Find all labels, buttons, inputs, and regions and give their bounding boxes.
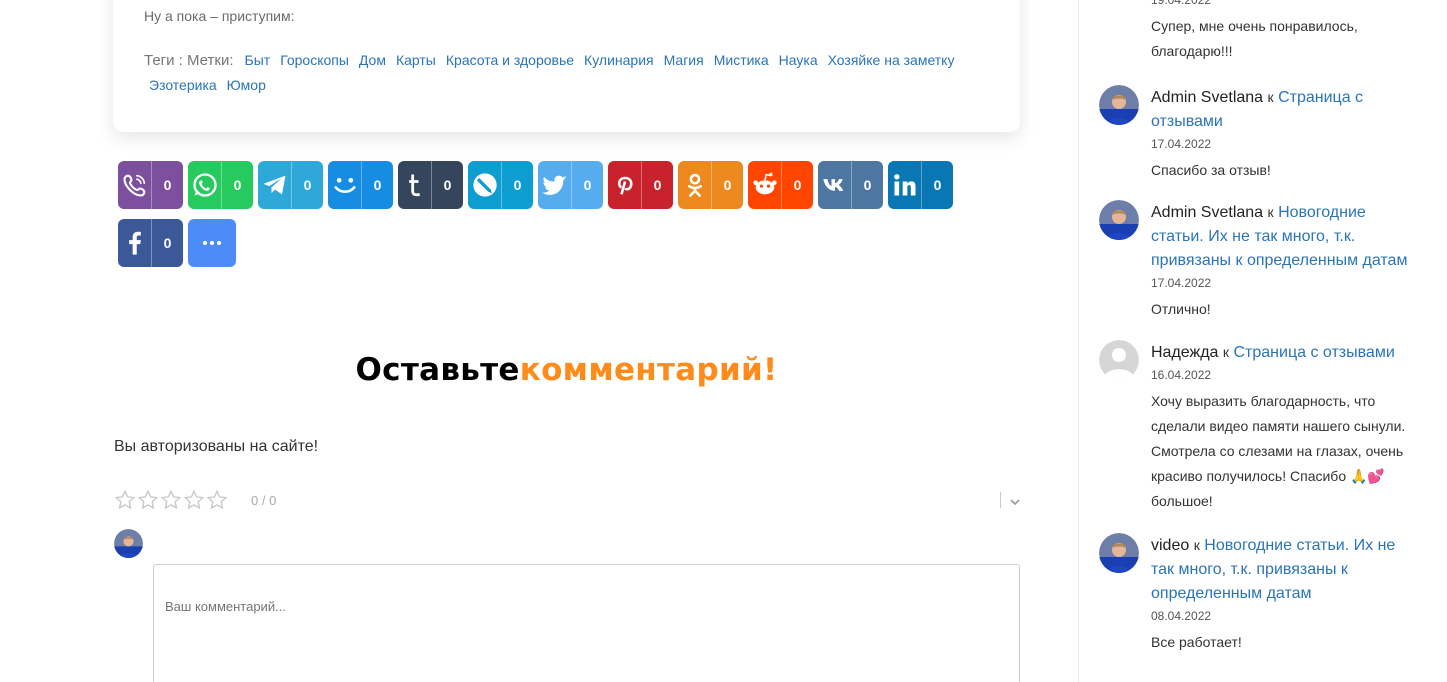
share-vk-button[interactable]: 0: [818, 161, 883, 209]
share-moimir-button[interactable]: 0: [328, 161, 393, 209]
share-more-button[interactable]: [188, 219, 236, 267]
tag-link[interactable]: Гороскопы: [280, 52, 349, 68]
tumblr-icon: [398, 161, 432, 209]
share-count: 0: [583, 177, 592, 193]
star-icon[interactable]: [183, 489, 205, 511]
share-pinterest-button[interactable]: 0: [608, 161, 673, 209]
comment-post-link[interactable]: Страница с отзывами: [1233, 344, 1394, 361]
share-viber-button[interactable]: 0: [118, 161, 183, 209]
avatar: [1099, 85, 1139, 125]
share-tumblr-button[interactable]: 0: [398, 161, 463, 209]
share-count: 0: [863, 177, 872, 193]
share-count: 0: [303, 177, 312, 193]
more-dots-icon: [188, 219, 236, 267]
avatar: [1099, 340, 1139, 380]
tags-label: Теги : Метки:: [144, 52, 234, 69]
star-icon[interactable]: [114, 489, 136, 511]
comment-preposition: к: [1222, 344, 1230, 360]
comment-author: Admin Svetlana: [1151, 204, 1264, 221]
comment-text: Супер, мне очень понравилось, благодарю!…: [1151, 18, 1358, 59]
comment-date: 19.04.2022: [1151, 0, 1212, 7]
comment-text: Отлично!: [1151, 301, 1211, 317]
reddit-icon: [748, 161, 782, 209]
chevron-down-icon[interactable]: [1008, 495, 1022, 509]
comment-date: 08.04.2022: [1151, 609, 1212, 623]
rating-stars: 0 / 0: [114, 489, 276, 511]
linkedin-icon: [888, 161, 922, 209]
comment-author: Admin Svetlana: [1151, 89, 1264, 106]
comment-author: Надежда: [1151, 344, 1219, 361]
tag-link[interactable]: Карты: [396, 52, 436, 68]
comment-preposition: к: [1267, 89, 1274, 105]
share-count: 0: [163, 235, 172, 251]
vk-icon: [818, 161, 852, 209]
comment-heading: Оставьтекомментарий!: [0, 352, 1078, 388]
viber-icon: [118, 161, 152, 209]
comment-date: 17.04.2022: [1151, 276, 1212, 290]
share-count: 0: [723, 177, 732, 193]
share-livejournal-button[interactable]: 0: [468, 161, 533, 209]
comment-heading-part1: Оставьте: [355, 352, 520, 388]
tag-link[interactable]: Наука: [779, 52, 818, 68]
tag-link[interactable]: Дом: [359, 52, 386, 68]
comment-text: Хочу выразить благодарность, что сделали…: [1151, 393, 1406, 509]
pinterest-icon: [608, 161, 642, 209]
share-count: 0: [793, 177, 802, 193]
star-icon[interactable]: [206, 489, 228, 511]
comment-author: video: [1151, 537, 1190, 554]
tag-link[interactable]: Красота и здоровье: [446, 52, 574, 68]
article-intro-text: Ну а пока – приступим:: [144, 8, 295, 24]
authorized-notice: Вы авторизованы на сайте!: [114, 438, 319, 455]
share-reddit-button[interactable]: 0: [748, 161, 813, 209]
share-count: 0: [233, 177, 242, 193]
share-count: 0: [653, 177, 662, 193]
share-odnoklassniki-button[interactable]: 0: [678, 161, 743, 209]
avatar: [1099, 200, 1139, 240]
comment-textarea[interactable]: [153, 564, 1020, 682]
telegram-icon: [258, 161, 292, 209]
whatsapp-icon: [188, 161, 222, 209]
share-count: 0: [373, 177, 382, 193]
tag-link[interactable]: Эзотерика: [149, 77, 217, 93]
share-whatsapp-button[interactable]: 0: [188, 161, 253, 209]
tag-link[interactable]: Магия: [664, 52, 704, 68]
tag-link[interactable]: Быт: [245, 52, 271, 68]
share-count: 0: [933, 177, 942, 193]
comment-heading-part2: комментарий!: [519, 352, 778, 388]
livejournal-icon: [468, 161, 502, 209]
tags-list: Теги : Метки: Быт Гороскопы Дом Карты Красота…: [144, 48, 1004, 97]
tag-link[interactable]: Мистика: [714, 52, 769, 68]
odnoklassniki-icon: [678, 161, 712, 209]
share-count: 0: [443, 177, 452, 193]
comment-text: Все работает!: [1151, 634, 1242, 650]
avatar: [1099, 533, 1139, 573]
comment-preposition: к: [1267, 204, 1274, 220]
star-icon[interactable]: [137, 489, 159, 511]
tag-link[interactable]: Хозяйке на заметку: [828, 52, 955, 68]
share-count: 0: [513, 177, 522, 193]
facebook-icon: [118, 219, 152, 267]
tag-link[interactable]: Юмор: [227, 77, 266, 93]
share-count: 0: [163, 177, 172, 193]
comment-date: 16.04.2022: [1151, 368, 1212, 382]
comment-date: 17.04.2022: [1151, 137, 1212, 151]
comment-text: Спасибо за отзыв!: [1151, 162, 1271, 178]
twitter-icon: [538, 161, 572, 209]
moimir-icon: [328, 161, 362, 209]
share-telegram-button[interactable]: 0: [258, 161, 323, 209]
article-card: Ну а пока – приступим: Теги : Метки: Быт Г…: [113, 0, 1020, 132]
tag-link[interactable]: Кулинария: [584, 52, 654, 68]
comment-preposition: к: [1193, 537, 1200, 553]
rating-count: 0 / 0: [251, 492, 277, 508]
share-linkedin-button[interactable]: 0: [888, 161, 953, 209]
divider: [1000, 492, 1001, 508]
share-facebook-button[interactable]: 0: [118, 219, 183, 267]
page: Ну а пока – приступим: Теги : Метки: Быт Г…: [0, 0, 1447, 682]
star-icon[interactable]: [160, 489, 182, 511]
sidebar-divider: [1078, 0, 1079, 682]
avatar: [114, 529, 143, 558]
share-twitter-button[interactable]: 0: [538, 161, 603, 209]
